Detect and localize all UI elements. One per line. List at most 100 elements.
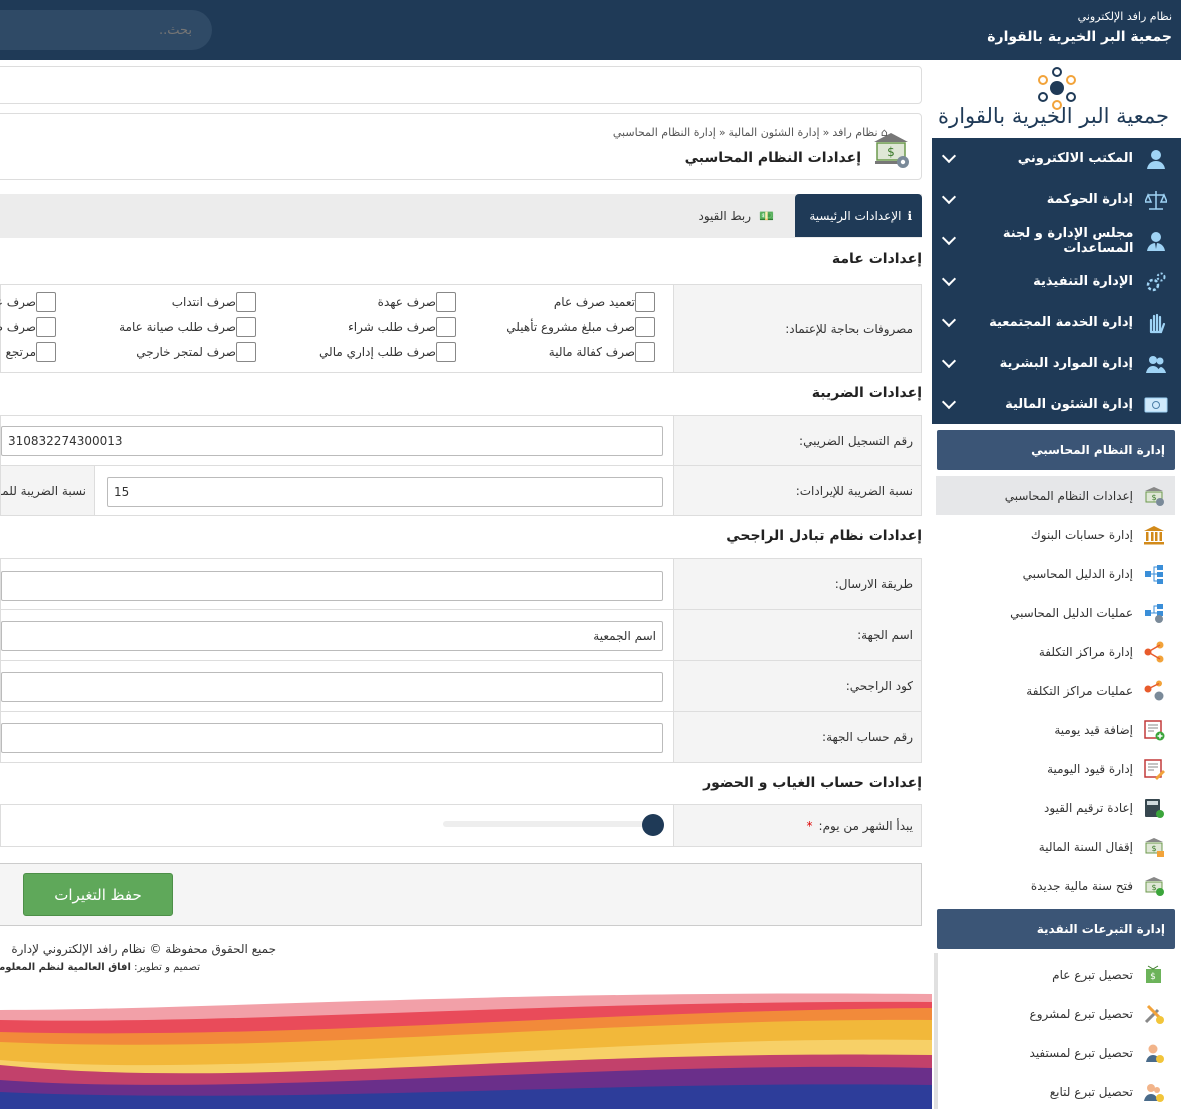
- main-menu: المكتب الالكتروني إدارة الحوكمة مجلس الإ…: [932, 138, 1181, 424]
- money-icon: 💵: [759, 208, 774, 223]
- search-box[interactable]: [0, 10, 212, 50]
- tab-main-settings[interactable]: ℹ الإعدادات الرئيسية: [795, 194, 922, 237]
- checkbox-box[interactable]: [635, 317, 655, 337]
- chevron-down-icon[interactable]: [941, 394, 957, 410]
- submenu-beneficiary-donation[interactable]: تحصيل تبرع لمستفيد: [932, 1033, 1181, 1072]
- menu-executive[interactable]: الإدارة التنفيذية: [932, 261, 1181, 302]
- entity-name-input[interactable]: اسم الجمعية: [1, 621, 663, 651]
- search-input[interactable]: [12, 10, 212, 50]
- breadcrumb-item[interactable]: نظام رافد: [832, 126, 877, 139]
- checkbox-general-expense[interactable]: تعميد صرف عام: [554, 292, 663, 312]
- menu-label: إدارة الحوكمة: [1046, 192, 1133, 207]
- svg-text:$: $: [1151, 883, 1156, 892]
- chevron-down-icon[interactable]: [941, 353, 957, 369]
- checkbox-purchase-request[interactable]: صرف طلب شراء: [348, 317, 464, 337]
- breadcrumb-item[interactable]: إدارة الشئون المالية: [729, 126, 820, 139]
- section-rajhi-title: إعدادات نظام تبادل الراجحي: [726, 528, 922, 544]
- checkbox-custody[interactable]: صرف عهدة: [378, 292, 464, 312]
- entity-account-input[interactable]: [1, 723, 663, 753]
- section-general-title: إعدادات عامة: [831, 251, 922, 267]
- home-icon[interactable]: ⌂: [881, 126, 888, 139]
- submenu-close-fiscal-year[interactable]: $ إقفال السنة المالية: [932, 827, 1181, 866]
- submenu-label: إعدادات النظام المحاسبي: [1004, 488, 1133, 503]
- submenu-accounting-settings[interactable]: $ إعدادات النظام المحاسبي: [936, 476, 1175, 515]
- credits-prefix: تصميم و تطوير:: [134, 962, 200, 973]
- submenu-chart-operations[interactable]: عمليات الدليل المحاسبي: [932, 593, 1181, 632]
- checkbox-qualifying-project[interactable]: صرف مبلغ مشروع تأهيلي: [506, 317, 663, 337]
- submenu-label: إدارة مراكز التكلفة: [1038, 644, 1133, 659]
- submenu-general-donation[interactable]: $ تحصيل تبرع عام: [932, 955, 1181, 994]
- checkbox-col4-row1[interactable]: صرف عـ: [0, 292, 64, 312]
- checkbox-financial-sponsorship[interactable]: صرف كفالة مالية: [549, 342, 663, 362]
- checkbox-box[interactable]: [236, 317, 256, 337]
- checkbox-box[interactable]: [236, 292, 256, 312]
- sidebar-scrollbar[interactable]: [934, 953, 938, 1109]
- submenu-dependent-donation[interactable]: تحصيل تبرع لتابع: [932, 1072, 1181, 1109]
- logo: جمعية البر الخيرية بالقوارة: [932, 60, 1181, 138]
- submenu-label: عمليات الدليل المحاسبي: [1010, 605, 1133, 620]
- chevron-down-icon[interactable]: [941, 148, 957, 164]
- revenue-tax-input[interactable]: 15: [107, 477, 663, 507]
- save-button[interactable]: حفظ التغيرات: [23, 873, 173, 916]
- manager-icon: [1143, 228, 1169, 254]
- checkbox-label: صرف طلب صيانة عامة: [119, 320, 236, 334]
- breadcrumb-item[interactable]: إدارة النظام المحاسبي: [613, 126, 716, 139]
- chevron-down-icon[interactable]: [941, 312, 957, 328]
- checkbox-admin-financial[interactable]: صرف طلب إداري مالي: [319, 342, 464, 362]
- submenu-label: تحصيل تبرع لمشروع: [1029, 1006, 1133, 1021]
- send-method-input[interactable]: [1, 571, 663, 601]
- donations-section-header[interactable]: إدارة التبرعات النقدية: [937, 909, 1175, 949]
- share-gear-icon: [1143, 680, 1165, 702]
- entity-account-value: [1, 712, 673, 762]
- svg-text:$: $: [1150, 972, 1156, 982]
- submenu-open-fiscal-year[interactable]: $ فتح سنة مالية جديدة: [932, 866, 1181, 905]
- month-start-slider-track[interactable]: [443, 821, 653, 827]
- menu-finance[interactable]: إدارة الشئون المالية: [932, 384, 1181, 425]
- checkbox-external-store[interactable]: صرف لمتجر خارجي: [136, 342, 264, 362]
- checkbox-maintenance[interactable]: صرف طلب صيانة عامة: [119, 317, 264, 337]
- rajhi-code-value: [1, 661, 673, 711]
- menu-board[interactable]: مجلس الإدارة و لجنة المساعدات: [932, 220, 1181, 261]
- chevron-down-icon[interactable]: [941, 271, 957, 287]
- submenu-renumber-entries[interactable]: إعادة ترقيم القيود: [932, 788, 1181, 827]
- checkbox-returns[interactable]: مرتجع: [5, 342, 64, 362]
- checkbox-box[interactable]: [36, 292, 56, 312]
- submenu-manage-journal-entries[interactable]: إدارة قيود اليومية: [932, 749, 1181, 788]
- checkbox-col4-row2[interactable]: صرف طـ: [0, 317, 64, 337]
- approval-row: مصروفات بحاجة للإعتماد: تعميد صرف عام صر…: [0, 284, 922, 373]
- checkbox-delegation[interactable]: صرف انتداب: [172, 292, 264, 312]
- accounting-section-header[interactable]: إدارة النظام المحاسبي: [937, 430, 1175, 470]
- credits-company[interactable]: آفاق العالمية لنظم المعلومات: [0, 962, 131, 973]
- tax-registration-value: 310832274300013: [1, 416, 673, 465]
- checkbox-box[interactable]: [635, 292, 655, 312]
- menu-label: إدارة الخدمة المجتمعية: [989, 315, 1133, 330]
- checkbox-box[interactable]: [36, 342, 56, 362]
- chevron-down-icon[interactable]: [941, 189, 957, 205]
- menu-governance[interactable]: إدارة الحوكمة: [932, 179, 1181, 220]
- submenu-add-journal-entry[interactable]: إضافة قيد يومية: [932, 710, 1181, 749]
- checkbox-label: صرف كفالة مالية: [548, 345, 635, 359]
- menu-electronic-office[interactable]: المكتب الالكتروني: [932, 138, 1181, 179]
- submenu-project-donation[interactable]: تحصيل تبرع لمشروع: [932, 994, 1181, 1033]
- tax-registration-input[interactable]: 310832274300013: [1, 426, 663, 456]
- tab-link-entries[interactable]: 💵 ربط القيود: [688, 194, 784, 237]
- checkbox-label: صرف لمتجر خارجي: [136, 345, 236, 359]
- checkbox-box[interactable]: [436, 317, 456, 337]
- checkbox-box[interactable]: [36, 317, 56, 337]
- checkbox-box[interactable]: [436, 342, 456, 362]
- checkbox-box[interactable]: [236, 342, 256, 362]
- submenu-label: إدارة الدليل المحاسبي: [1022, 566, 1133, 581]
- submenu-bank-accounts[interactable]: إدارة حسابات البنوك: [932, 515, 1181, 554]
- submenu-chart-of-accounts[interactable]: إدارة الدليل المحاسبي: [932, 554, 1181, 593]
- menu-hr[interactable]: إدارة الموارد البشرية: [932, 343, 1181, 384]
- checkbox-box[interactable]: [436, 292, 456, 312]
- menu-label: إدارة الشئون المالية: [1005, 397, 1133, 412]
- breadcrumb-separator-icon: «: [718, 126, 726, 139]
- month-start-slider-handle[interactable]: [642, 814, 664, 836]
- tree-icon: [1143, 563, 1165, 585]
- checkbox-box[interactable]: [635, 342, 655, 362]
- rajhi-code-input[interactable]: [1, 672, 663, 702]
- submenu-cost-center-operations[interactable]: عمليات مراكز التكلفة: [932, 671, 1181, 710]
- menu-community[interactable]: إدارة الخدمة المجتمعية: [932, 302, 1181, 343]
- submenu-cost-centers[interactable]: إدارة مراكز التكلفة: [932, 632, 1181, 671]
